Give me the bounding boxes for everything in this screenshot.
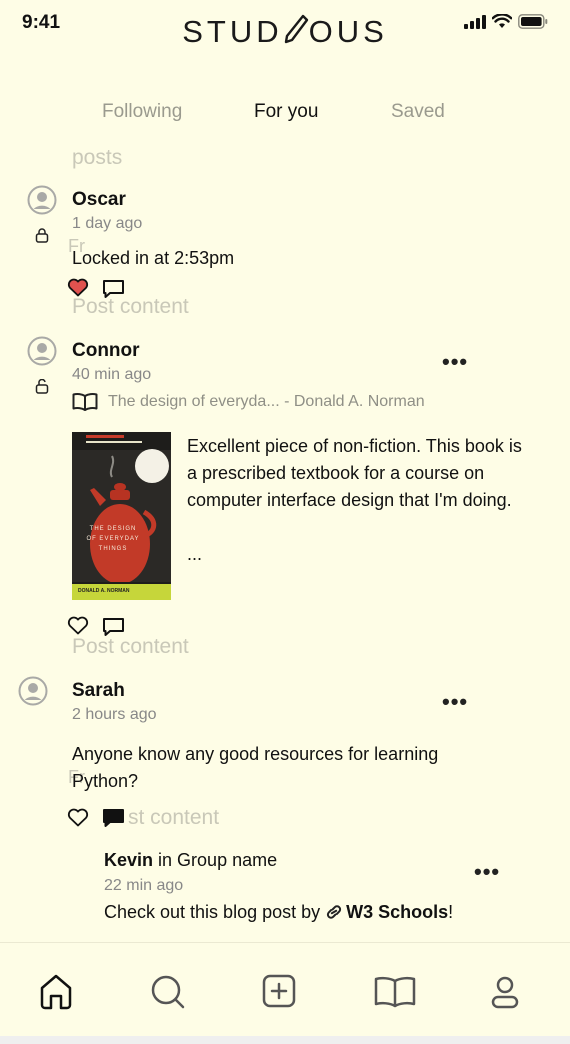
post-timestamp: 1 day ago xyxy=(72,215,143,232)
reply-group-prefix: in xyxy=(153,850,178,870)
pencil-icon xyxy=(283,14,309,52)
reply-text-line: Check out this blog post by W3 Schools! xyxy=(104,901,453,923)
tab-for-you[interactable]: For you xyxy=(254,101,318,123)
search-icon[interactable] xyxy=(150,974,186,1010)
heart-icon[interactable] xyxy=(67,616,89,635)
app-logo: STUD OUS xyxy=(0,14,570,52)
post-text: Excellent piece of non-fiction. This boo… xyxy=(187,436,522,510)
comment-icon[interactable] xyxy=(102,617,125,637)
add-post-icon[interactable] xyxy=(262,974,296,1008)
avatar[interactable] xyxy=(27,336,57,366)
logo-text-left: STUD xyxy=(182,14,283,49)
library-icon[interactable] xyxy=(374,976,416,1008)
comment-filled-icon[interactable] xyxy=(102,808,125,828)
ghost-post-content-label: Post content xyxy=(72,295,189,318)
unlock-icon xyxy=(35,379,49,394)
post-text-continued: Python? xyxy=(72,771,139,791)
reply-timestamp: 22 min ago xyxy=(104,877,184,894)
ghost-post-content-label: Post content xyxy=(72,635,189,658)
heart-icon[interactable] xyxy=(67,808,89,827)
profile-icon[interactable] xyxy=(490,976,520,1010)
post-timestamp: 40 min ago xyxy=(72,366,152,383)
reply-text: Check out this blog post by xyxy=(104,902,326,922)
post-timestamp: 2 hours ago xyxy=(72,706,157,723)
post-username[interactable]: Sarah xyxy=(72,680,125,702)
post-text: Anyone know any good resources for learn… xyxy=(72,744,439,764)
book-cover-title: THE DESIGN OF EVERYDAY THINGS xyxy=(86,526,140,552)
more-options-button[interactable]: ••• xyxy=(474,859,500,885)
reply-link[interactable]: W3 Schools xyxy=(346,902,448,922)
more-options-button[interactable]: ••• xyxy=(442,349,468,375)
ghost-posts-label: posts xyxy=(72,146,123,169)
home-indicator-area xyxy=(0,1036,570,1044)
ghost-post-content-label: st content xyxy=(128,806,220,829)
post-username[interactable]: Oscar xyxy=(72,189,126,211)
book-icon xyxy=(72,393,98,411)
post-username[interactable]: Connor xyxy=(72,340,140,362)
link-icon xyxy=(327,905,342,919)
avatar[interactable] xyxy=(18,676,48,706)
tab-saved[interactable]: Saved xyxy=(391,101,445,123)
lock-icon xyxy=(35,228,49,243)
reply-group-name[interactable]: Group name xyxy=(177,850,277,870)
reply-suffix: ! xyxy=(448,902,454,922)
reply-username[interactable]: Kevin xyxy=(104,850,153,870)
book-cover-author: DONALD A. NORMAN xyxy=(78,588,130,594)
reply-header: Kevin in Group name xyxy=(104,850,277,871)
home-icon[interactable] xyxy=(38,972,74,1010)
post-text-ellipsis[interactable]: ... xyxy=(187,541,202,568)
book-cover-art xyxy=(72,432,171,600)
logo-text-right: OUS xyxy=(308,14,388,49)
avatar[interactable] xyxy=(27,185,57,215)
tab-following[interactable]: Following xyxy=(102,101,182,123)
more-options-button[interactable]: ••• xyxy=(442,689,468,715)
book-cover-image[interactable]: THE DESIGN OF EVERYDAY THINGS DONALD A. … xyxy=(72,432,171,600)
book-reference[interactable]: The design of everyda... - Donald A. Nor… xyxy=(108,393,425,411)
post-text: Locked in at 2:53pm xyxy=(72,248,235,268)
